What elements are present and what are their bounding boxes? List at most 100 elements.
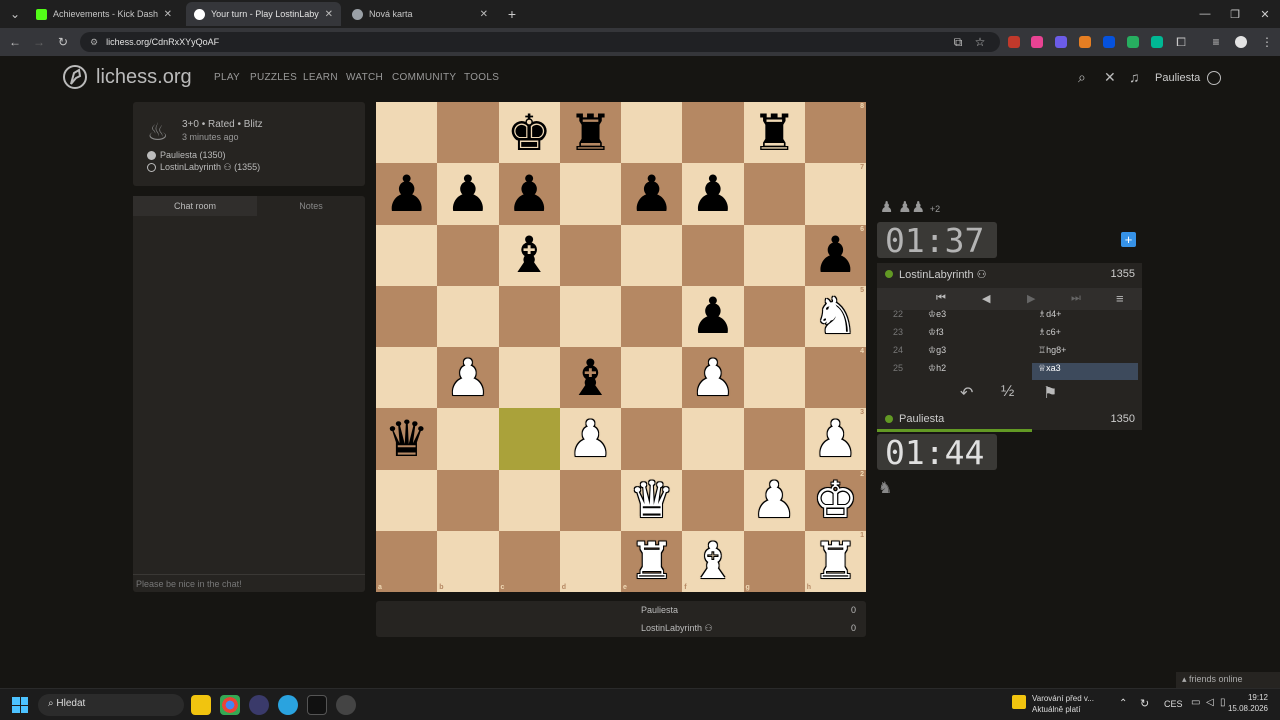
chat-input[interactable]: Please be nice in the chat! <box>133 574 365 592</box>
extension-icon[interactable] <box>1127 36 1139 48</box>
square-g5[interactable] <box>743 285 805 347</box>
square-g3[interactable] <box>743 408 805 470</box>
square-f4[interactable]: ♟ <box>682 347 744 409</box>
user-menu[interactable]: Pauliesta <box>1155 71 1222 85</box>
forward-icon[interactable]: → <box>28 28 50 56</box>
black-king-icon[interactable]: ♚ <box>507 108 552 158</box>
first-move-icon[interactable]: ⏮ <box>936 292 946 305</box>
telegram-icon[interactable] <box>278 695 298 715</box>
notifications-bell-icon[interactable]: ♫ <box>1129 69 1140 85</box>
white-rook-icon[interactable]: ♜ <box>813 536 858 586</box>
square-c5[interactable] <box>498 285 560 347</box>
square-g6[interactable] <box>743 224 805 286</box>
square-f2[interactable] <box>682 469 744 531</box>
square-h3[interactable]: ♟ 3 <box>804 408 866 470</box>
square-h6[interactable]: ♟ 6 <box>804 224 866 286</box>
white-knight-icon[interactable]: ♞ <box>813 291 858 341</box>
square-d2[interactable] <box>559 469 621 531</box>
square-e2[interactable]: ♛ <box>621 469 683 531</box>
clock-date[interactable]: 15.08.2026 <box>1222 704 1268 713</box>
friends-online-button[interactable]: ▴ friends online <box>1176 672 1280 688</box>
nav-play[interactable]: PLAY <box>214 72 240 83</box>
square-b6[interactable] <box>437 224 499 286</box>
challenge-icon[interactable]: ✕ <box>1104 69 1116 86</box>
maximize-icon[interactable]: ❐ <box>1218 0 1252 28</box>
chrome-menu-icon[interactable]: ⋮ <box>1256 28 1278 56</box>
move-black-current[interactable]: ♕xa3 <box>1032 363 1138 380</box>
white-king-icon[interactable]: ♚ <box>813 475 858 525</box>
jetbrains-icon[interactable] <box>307 695 327 715</box>
new-tab-button[interactable]: + <box>500 0 524 28</box>
nav-community[interactable]: COMMUNITY <box>392 72 456 83</box>
square-d3[interactable]: ♟ <box>559 408 621 470</box>
nav-puzzles[interactable]: PUZZLES <box>250 72 297 83</box>
install-app-icon[interactable]: ⧉ <box>947 28 969 56</box>
extension-icon[interactable] <box>1103 36 1115 48</box>
black-bishop-icon[interactable]: ♝ <box>507 230 552 280</box>
player-name[interactable]: Pauliesta <box>899 413 944 425</box>
prev-move-icon[interactable]: ◀ <box>982 292 990 305</box>
move-white[interactable]: ♔g3 <box>928 345 946 356</box>
search-icon[interactable]: ⌕ <box>1078 69 1086 86</box>
clock-time[interactable]: 19:12 <box>1230 693 1268 702</box>
square-a6[interactable] <box>376 224 438 286</box>
square-a2[interactable] <box>376 469 438 531</box>
white-pawn-icon[interactable]: ♟ <box>445 353 490 403</box>
black-queen-icon[interactable]: ♛ <box>384 414 429 464</box>
offer-draw-button[interactable]: ½ <box>1001 383 1014 401</box>
square-e8[interactable] <box>621 102 683 164</box>
black-pawn-icon[interactable]: ♟ <box>384 169 429 219</box>
extensions-puzzle-icon[interactable]: ⧠ <box>1170 28 1192 56</box>
square-e7[interactable]: ♟ <box>621 163 683 225</box>
square-a4[interactable] <box>376 347 438 409</box>
black-pawn-icon[interactable]: ♟ <box>507 169 552 219</box>
square-a1[interactable]: a <box>376 530 438 592</box>
square-d8[interactable]: ♜ <box>559 102 621 164</box>
square-f8[interactable] <box>682 102 744 164</box>
square-c8[interactable]: ♚ <box>498 102 560 164</box>
square-b3[interactable] <box>437 408 499 470</box>
square-g7[interactable] <box>743 163 805 225</box>
bookmark-star-icon[interactable]: ☆ <box>969 28 991 56</box>
resign-flag-icon[interactable]: ⚑ <box>1043 383 1057 403</box>
extension-icon[interactable] <box>1031 36 1043 48</box>
player-white-info[interactable]: Pauliesta (1350) <box>147 150 226 161</box>
weather-notice-line1[interactable]: Varování před v... <box>1032 694 1094 703</box>
player-black-info[interactable]: LostinLabyrinth ⚇ (1355) <box>147 162 260 173</box>
square-c2[interactable] <box>498 469 560 531</box>
square-b1[interactable]: b <box>437 530 499 592</box>
black-pawn-icon[interactable]: ♟ <box>690 291 735 341</box>
square-b8[interactable] <box>437 102 499 164</box>
square-b2[interactable] <box>437 469 499 531</box>
square-c3[interactable] <box>498 408 560 470</box>
next-move-icon[interactable]: ▶ <box>1027 292 1035 305</box>
black-pawn-icon[interactable]: ♟ <box>629 169 674 219</box>
square-g1[interactable]: g <box>743 530 805 592</box>
square-a3[interactable]: ♛ <box>376 408 438 470</box>
square-h7[interactable]: 7 <box>804 163 866 225</box>
move-black[interactable]: ♖hg8+ <box>1032 345 1138 362</box>
obs-icon[interactable] <box>249 695 269 715</box>
app-icon[interactable] <box>336 695 356 715</box>
back-icon[interactable]: ← <box>4 28 26 56</box>
tray-sync-icon[interactable]: ↻ <box>1140 697 1149 710</box>
square-f6[interactable] <box>682 224 744 286</box>
reload-icon[interactable]: ↻ <box>52 28 74 56</box>
white-pawn-icon[interactable]: ♟ <box>813 414 858 464</box>
square-a7[interactable]: ♟ <box>376 163 438 225</box>
white-pawn-icon[interactable]: ♟ <box>568 414 613 464</box>
site-info-icon[interactable]: ⚙ <box>90 37 98 48</box>
square-d5[interactable] <box>559 285 621 347</box>
file-explorer-icon[interactable] <box>191 695 211 715</box>
square-e4[interactable] <box>621 347 683 409</box>
menu-icon[interactable]: ≡ <box>1116 291 1124 306</box>
minimize-icon[interactable]: — <box>1188 0 1222 28</box>
move-white[interactable]: ♔e3 <box>928 309 946 320</box>
adblock-extension-icon[interactable] <box>1008 36 1020 48</box>
black-pawn-icon[interactable]: ♟ <box>813 230 858 280</box>
square-c6[interactable]: ♝ <box>498 224 560 286</box>
last-move-icon[interactable]: ⏭ <box>1071 292 1081 305</box>
square-a5[interactable] <box>376 285 438 347</box>
black-bishop-icon[interactable]: ♝ <box>568 353 613 403</box>
network-icon[interactable]: ▭ <box>1191 697 1200 708</box>
